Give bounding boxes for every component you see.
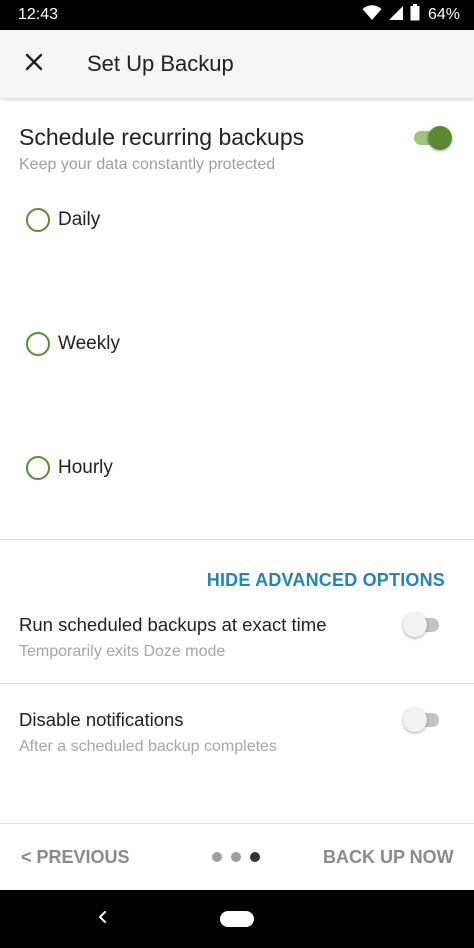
radio-label-daily: Daily [58, 209, 101, 230]
cell-signal-icon [388, 5, 404, 26]
app-bar: Set Up Backup [0, 30, 474, 98]
radio-circle [26, 456, 50, 480]
radio-daily[interactable]: Daily [26, 205, 100, 235]
radio-circle [26, 332, 50, 356]
status-icons: 64% [362, 4, 460, 26]
exact-time-title: Run scheduled backups at exact time [19, 614, 327, 635]
page-dot-1 [212, 852, 222, 862]
toggle-thumb [403, 613, 427, 637]
close-icon [24, 52, 44, 77]
exact-time-subtitle: Temporarily exits Doze mode [19, 643, 226, 660]
toggle-thumb [403, 708, 427, 732]
chevron-left-icon [97, 910, 109, 929]
disable-notifications-toggle[interactable] [403, 706, 443, 732]
radio-circle [26, 208, 50, 232]
nav-back-button[interactable] [88, 904, 118, 934]
schedule-toggle[interactable] [412, 124, 452, 150]
wifi-icon [362, 4, 382, 26]
exact-time-toggle[interactable] [403, 611, 443, 637]
page-title: Set Up Backup [87, 51, 234, 76]
status-bar: 12:43 64% [0, 0, 474, 30]
radio-label-hourly: Hourly [58, 457, 113, 478]
system-nav-bar [0, 890, 474, 948]
battery-percent: 64% [427, 6, 460, 23]
schedule-title: Schedule recurring backups [19, 124, 305, 150]
status-time: 12:43 [18, 6, 59, 23]
divider [0, 539, 474, 540]
hide-advanced-options-button[interactable]: HIDE ADVANCED OPTIONS [207, 570, 445, 591]
disable-notifications-subtitle: After a scheduled backup completes [19, 738, 277, 755]
back-up-now-button[interactable]: BACK UP NOW [323, 847, 454, 868]
schedule-subtitle: Keep your data constantly protected [19, 156, 276, 173]
previous-button[interactable]: < PREVIOUS [21, 847, 130, 868]
divider [0, 683, 474, 684]
page-dot-2 [231, 852, 241, 862]
battery-icon [410, 4, 420, 26]
footer-divider [0, 823, 474, 824]
page-dot-3-active [250, 852, 260, 862]
close-button[interactable] [14, 44, 54, 84]
radio-weekly[interactable]: Weekly [26, 329, 120, 359]
radio-hourly[interactable]: Hourly [26, 453, 113, 483]
disable-notifications-title: Disable notifications [19, 709, 184, 730]
radio-label-weekly: Weekly [58, 333, 120, 354]
nav-home-pill[interactable] [220, 911, 254, 927]
toggle-thumb [428, 126, 452, 150]
